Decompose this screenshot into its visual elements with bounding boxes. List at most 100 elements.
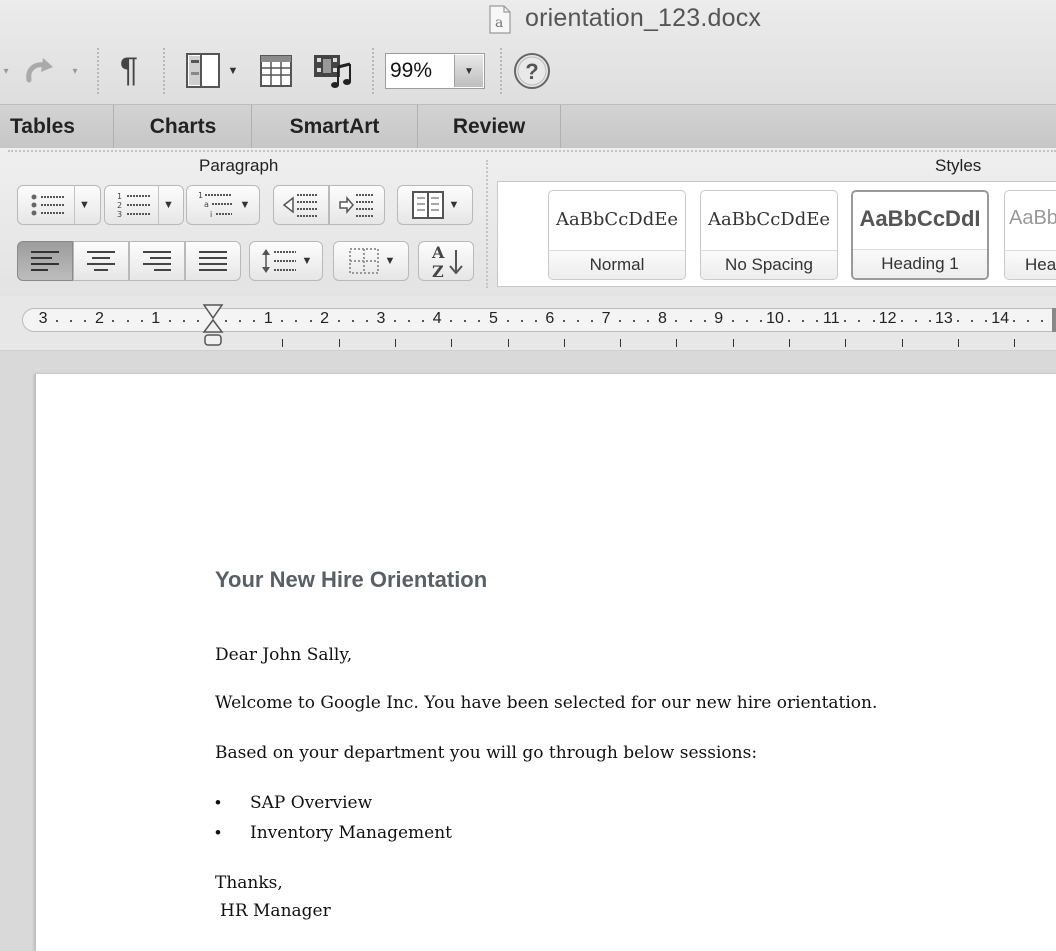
- decrease-indent-icon: [282, 194, 318, 217]
- view-layout-button[interactable]: ▼: [176, 50, 246, 92]
- ruler-label: 3: [38, 310, 48, 327]
- ruler-label: 3: [376, 310, 386, 327]
- redo-caret-icon[interactable]: ▾: [68, 60, 82, 82]
- tab-charts[interactable]: Charts: [115, 105, 252, 149]
- ruler-label: 5: [489, 310, 498, 327]
- style-heading-1[interactable]: AaBbCcDdI Heading 1: [851, 190, 989, 280]
- salutation[interactable]: Dear John Sally,: [215, 645, 352, 665]
- ruler-dot: [745, 320, 748, 322]
- style-no-spacing[interactable]: AaBbCcDdEe No Spacing: [700, 190, 838, 280]
- ruler-dot: [534, 320, 537, 322]
- align-right-button[interactable]: [129, 241, 185, 281]
- tab-smartart[interactable]: SmartArt: [252, 105, 418, 149]
- svg-text:3: 3: [117, 210, 122, 219]
- ruler-dot: [914, 320, 917, 322]
- tab-review[interactable]: Review: [418, 105, 561, 149]
- ruler-dot: [408, 320, 411, 322]
- styles-group-label: Styles: [935, 156, 982, 175]
- chevron-down-icon: ▼: [239, 199, 251, 211]
- ruler-dot: [928, 320, 931, 322]
- ruler-dot: [1013, 320, 1016, 322]
- numbered-list-icon: 1 2 3: [117, 192, 151, 219]
- redo-icon: [26, 58, 53, 83]
- document-page[interactable]: [35, 374, 1056, 951]
- align-left-icon: [31, 251, 59, 271]
- ruler-dot: [788, 320, 791, 322]
- borders-button[interactable]: ▼: [333, 241, 409, 281]
- ruler-dot: [971, 320, 974, 322]
- style-sample: AaBb: [1009, 207, 1056, 229]
- toolbar-separator: [500, 48, 502, 94]
- ruler-label: 11: [822, 310, 840, 327]
- ruler-dot: [253, 320, 256, 322]
- style-heading-2[interactable]: AaBb Hea: [1004, 190, 1056, 280]
- columns-button[interactable]: ▼: [397, 185, 473, 225]
- justify-icon: [199, 251, 227, 271]
- ruler-dot: [956, 320, 959, 322]
- body-paragraph[interactable]: Welcome to Google Inc. You have been sel…: [215, 693, 877, 713]
- line-spacing-button[interactable]: ▼: [249, 241, 323, 281]
- multilevel-list-button[interactable]: 1 a i ▼: [186, 185, 260, 225]
- align-center-icon: [87, 251, 115, 271]
- indent-marker-icon[interactable]: [202, 303, 224, 347]
- document-heading[interactable]: Your New Hire Orientation: [215, 567, 487, 593]
- sort-button[interactable]: A Z: [418, 241, 474, 281]
- ruler-label: 13: [934, 310, 953, 327]
- ruler-dot: [295, 320, 298, 322]
- ruler-dot: [126, 320, 129, 322]
- window-toolbar: a orientation_123.docx ▾ ▾ ¶ ▼ 99% ▼ ?: [0, 0, 1056, 104]
- redo-button[interactable]: [18, 52, 68, 90]
- gallery-button[interactable]: [254, 50, 298, 92]
- tab-tables[interactable]: Tables: [0, 105, 114, 149]
- ruler-label: 8: [657, 310, 667, 327]
- ruler-dot: [1041, 320, 1044, 322]
- ruler-label: 4: [432, 310, 442, 327]
- zoom-dropdown-button[interactable]: ▼: [454, 55, 483, 87]
- decrease-indent-button[interactable]: [273, 185, 329, 225]
- undo-caret-icon[interactable]: ▾: [0, 55, 12, 87]
- bullet-icon: •: [215, 793, 221, 812]
- bullet-list-icon: [31, 194, 65, 216]
- styles-gallery: AaBbCcDdEe Normal AaBbCcDdEe No Spacing …: [497, 181, 1056, 287]
- ruler-dot: [337, 320, 340, 322]
- svg-text:2: 2: [117, 201, 122, 210]
- bullets-button[interactable]: ▼: [17, 185, 101, 225]
- ruler-dot: [675, 320, 678, 322]
- show-formatting-button[interactable]: ¶: [110, 50, 148, 90]
- zoom-select[interactable]: 99% ▼: [385, 53, 485, 89]
- style-sample: AaBbCcDdI: [859, 206, 981, 231]
- line-spacing-icon: [261, 249, 296, 273]
- ruler-dot: [844, 320, 847, 322]
- body-paragraph[interactable]: Based on your department you will go thr…: [215, 743, 757, 763]
- ruler-dot: [647, 320, 650, 322]
- ruler-dot: [858, 320, 861, 322]
- ruler-label: 7: [601, 310, 611, 327]
- align-center-button[interactable]: [73, 241, 129, 281]
- ruler-dot: [351, 320, 354, 322]
- closing[interactable]: Thanks,: [215, 873, 283, 893]
- ruler-dot: [619, 320, 622, 322]
- align-left-button[interactable]: [17, 241, 73, 281]
- signature[interactable]: HR Manager: [220, 901, 331, 921]
- justify-button[interactable]: [185, 241, 241, 281]
- ruler-dot: [506, 320, 509, 322]
- increase-indent-button[interactable]: [329, 185, 385, 225]
- svg-text:a: a: [495, 15, 503, 31]
- list-item[interactable]: SAP Overview: [250, 793, 372, 813]
- media-browser-button[interactable]: [308, 48, 358, 92]
- ruler-dot: [365, 320, 368, 322]
- document-icon: a: [489, 5, 511, 34]
- ruler-dot: [56, 320, 59, 322]
- list-item[interactable]: Inventory Management: [250, 823, 452, 843]
- style-normal[interactable]: AaBbCcDdEe Normal: [548, 190, 686, 280]
- table-gallery-icon: [260, 55, 292, 87]
- ruler-label: 12: [878, 310, 897, 327]
- ruler-dot: [802, 320, 805, 322]
- borders-icon: [348, 248, 379, 274]
- ruler-dot: [196, 320, 199, 322]
- svg-text:i: i: [210, 210, 212, 219]
- help-button[interactable]: ?: [512, 51, 552, 91]
- numbering-button[interactable]: 1 2 3 ▼: [104, 185, 184, 225]
- style-sample: AaBbCcDdEe: [555, 209, 679, 230]
- ruler-dot: [900, 320, 903, 322]
